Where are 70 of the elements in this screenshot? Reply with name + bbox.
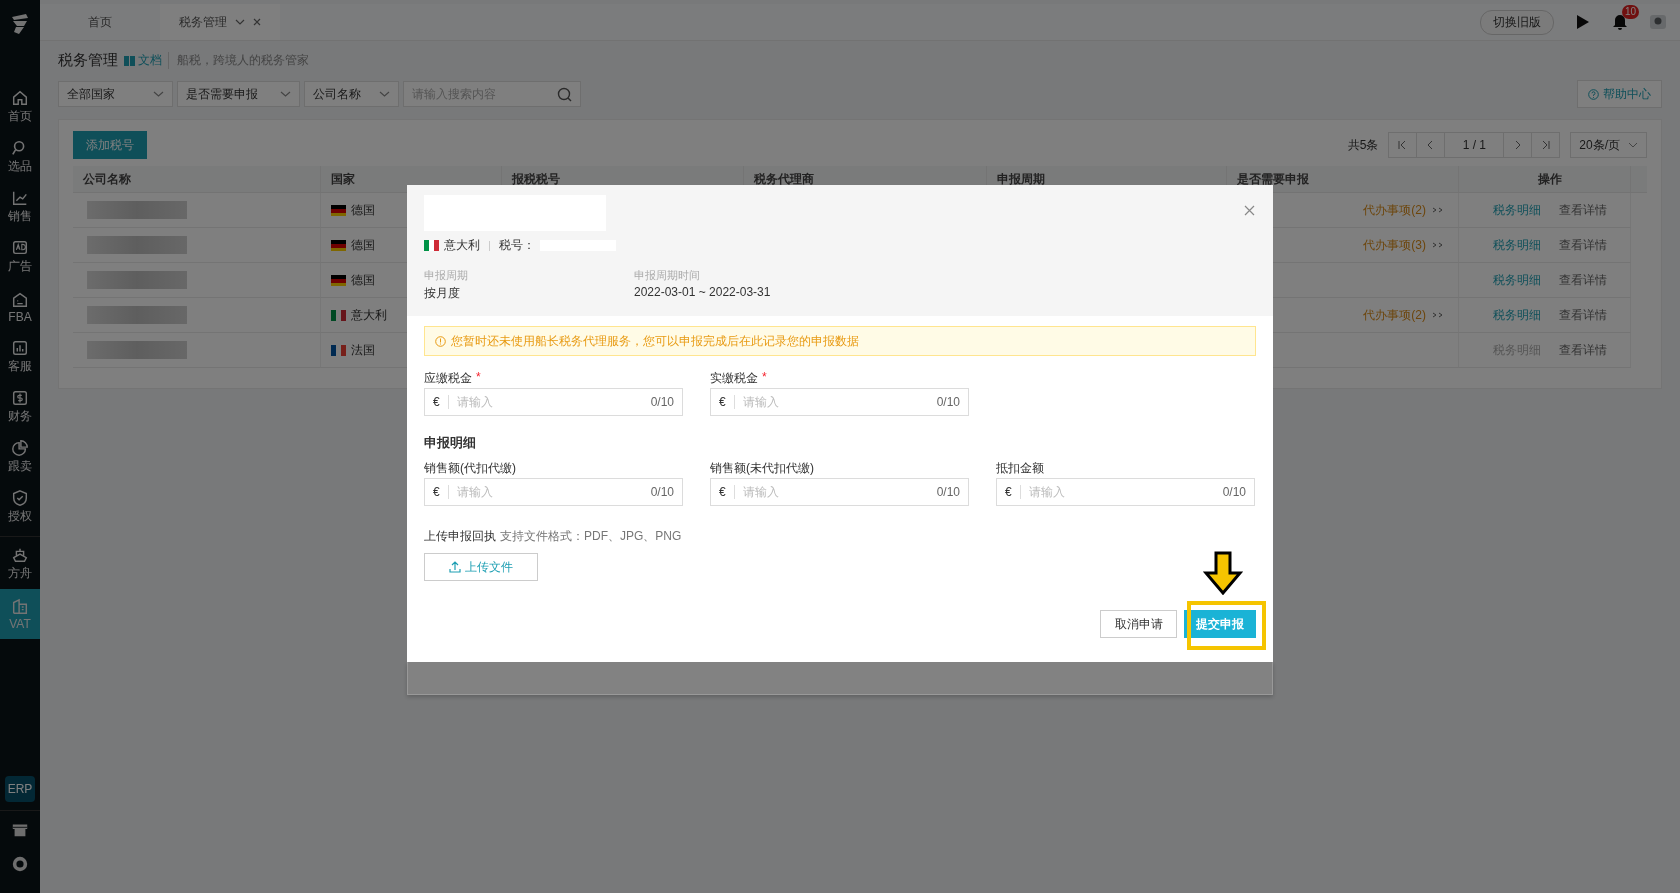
action-link[interactable]: 查看详情 [1558,341,1607,359]
field-label: 应缴税金 [424,370,472,387]
action-link[interactable]: 查看详情 [1558,201,1607,219]
upload-label: 上传申报回执 [424,528,496,545]
filter-select[interactable]: 公司名称 [304,81,399,107]
country-text: 德国 [351,271,375,289]
sidebar-item[interactable]: 广告 [0,232,40,282]
todo-link[interactable]: 代办事项(3) [1363,236,1426,254]
country-text: 法国 [351,341,375,359]
action-link[interactable]: 税务明细 [1492,306,1541,324]
sidebar-item[interactable]: 首页 [0,82,40,132]
sidebar-item[interactable]: VAT [0,589,40,639]
add-tax-number-button[interactable]: 添加税号 [73,131,147,159]
action-link[interactable]: 查看详情 [1558,306,1607,324]
todo-link[interactable]: 代办事项(2) [1363,306,1426,324]
page-title: 税务管理 [58,50,118,70]
action-link[interactable]: 税务明细 [1492,236,1541,254]
filter-select[interactable]: 是否需要申报 [177,81,300,107]
action-link[interactable]: 查看详情 [1558,236,1607,254]
field-label: 实缴税金 [710,370,758,387]
sidebar-item[interactable]: FBA [0,282,40,332]
section-title: 申报明细 [424,434,477,452]
country-text: 德国 [351,236,375,254]
sidebar-item[interactable]: 销售 [0,182,40,232]
column-header: 操作 [1459,166,1631,192]
doc-link[interactable]: 文档 [124,51,162,69]
sidebar-item[interactable]: 跟卖 [0,432,40,482]
action-link[interactable]: 税务明细 [1492,201,1541,219]
upload-hint: 支持文件格式：PDF、JPG、PNG [500,528,682,545]
help-center-button[interactable]: 帮助中心 [1577,80,1662,108]
input-field[interactable]: € 请输入 0/10 [424,388,683,416]
sidebar-item[interactable]: 财务 [0,382,40,432]
switch-version-button[interactable]: 切换旧版 [1480,9,1554,35]
sidebar-item[interactable]: 授权 [0,482,40,532]
cancel-button[interactable]: 取消申请 [1100,610,1177,638]
country-text: 意大利 [351,306,387,324]
country-text: 德国 [351,201,375,219]
period-label: 申报周期 [424,268,469,283]
country-text: 意大利 [444,237,480,254]
period-value: 按月度 [424,285,461,302]
tax-number-label: 税号： [499,237,535,254]
filter-select[interactable]: 全部国家 [58,81,173,107]
action-link[interactable]: 查看详情 [1558,271,1607,289]
tab[interactable]: 首页 [40,4,160,40]
period-time-label: 申报周期时间 [634,268,701,283]
notification-badge: 10 [1622,4,1640,19]
page-size-select[interactable]: 20条/页 [1570,132,1647,158]
sidebar-item[interactable]: 客服 [0,332,40,382]
sidebar-item[interactable]: 方舟 [0,539,40,589]
input-field[interactable]: € 请输入 0/10 [710,478,969,506]
field-label: 抵扣金额 [996,460,1044,477]
action-link[interactable]: 税务明细 [1492,271,1541,289]
input-field[interactable]: € 请输入 0/10 [710,388,969,416]
input-field[interactable]: € 请输入 0/10 [996,478,1255,506]
todo-link[interactable]: 代办事项(2) [1363,201,1426,219]
input-field[interactable]: € 请输入 0/10 [424,478,683,506]
period-time-value: 2022-03-01 ~ 2022-03-31 [634,285,771,299]
notice-text: 您暂时还未使用船长税务代理服务，您可以申报完成后在此记录您的申报数据 [451,332,859,350]
required-mark: * [762,370,767,386]
total-count: 共5条 [1347,136,1379,154]
tab[interactable]: 税务管理 [160,4,280,40]
field-label: 销售额(未代扣代缴) [710,460,814,477]
required-mark: * [476,370,481,386]
column-header: 公司名称 [73,166,321,192]
submit-button[interactable]: 提交申报 [1184,610,1256,638]
page-indicator: 1 / 1 [1445,133,1505,157]
field-label: 销售额(代扣代缴) [424,460,516,477]
erp-badge[interactable]: ERP [5,776,35,802]
sidebar-item[interactable]: 选品 [0,132,40,182]
upload-button[interactable]: 上传文件 [424,553,538,581]
